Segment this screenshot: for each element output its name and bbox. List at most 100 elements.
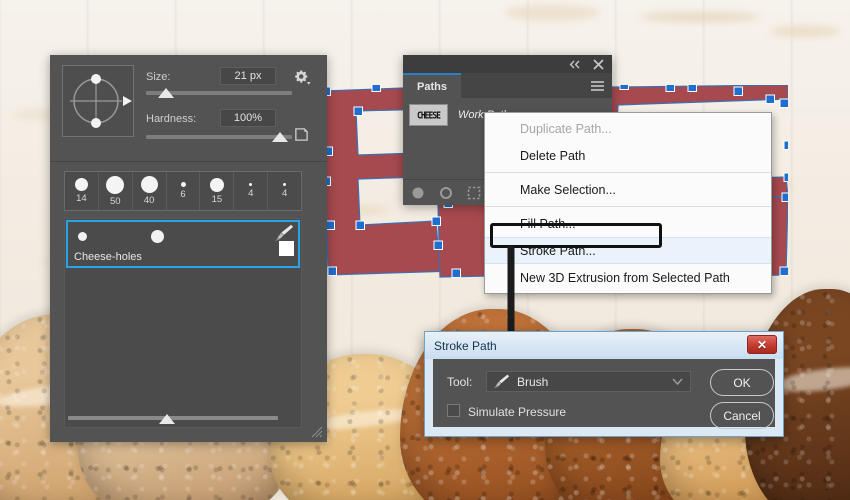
photoshop-screenshot: Size: 21 px Hardness: 100% 14 50 40 6 15… xyxy=(0,0,850,500)
path-anchor-point[interactable] xyxy=(371,85,381,92)
close-icon[interactable] xyxy=(593,59,604,70)
path-anchor-point[interactable] xyxy=(733,86,743,96)
brush-tip-size-label: 40 xyxy=(143,195,155,206)
context-menu-item[interactable]: Fill Path... xyxy=(485,210,771,237)
double-chevron-left-icon[interactable] xyxy=(569,60,581,69)
brush-tip-cell[interactable]: 4 xyxy=(268,172,301,210)
fill-path-with-foreground-icon[interactable] xyxy=(411,186,425,200)
path-anchor-point[interactable] xyxy=(325,220,335,230)
brush-tip-size-label: 6 xyxy=(180,189,186,200)
path-anchor-point[interactable] xyxy=(779,98,788,108)
wood-streak xyxy=(770,26,840,37)
dialog-close-button[interactable]: ✕ xyxy=(747,335,777,354)
context-menu-separator xyxy=(485,206,771,207)
simulate-pressure-label: Simulate Pressure xyxy=(468,405,567,419)
cancel-button[interactable]: Cancel xyxy=(710,402,774,429)
tool-select-value: Brush xyxy=(517,374,549,389)
paintbrush-icon xyxy=(275,224,294,242)
brush-tip-size-label: 4 xyxy=(248,188,254,199)
context-menu-separator xyxy=(485,172,771,173)
brush-tip-size-strip: 14 50 40 6 15 4 4 xyxy=(64,171,302,211)
brush-angle-roundness-preview[interactable] xyxy=(62,65,134,137)
path-anchor-point[interactable] xyxy=(687,85,697,92)
path-anchor-point[interactable] xyxy=(431,216,441,226)
stroke-path-dialog-body: Tool: Brush Simulate Pressure OK Cancel xyxy=(433,359,775,429)
stroke-path-with-brush-icon[interactable] xyxy=(439,186,453,200)
brush-preset-item[interactable]: Cheese-holes xyxy=(66,220,300,268)
hardness-slider-track[interactable] xyxy=(146,135,292,139)
path-anchor-point[interactable] xyxy=(765,94,775,104)
new-document-icon[interactable] xyxy=(294,127,309,142)
brush-tip-cell[interactable]: 14 xyxy=(65,172,99,210)
brush-tip-dot xyxy=(140,176,158,193)
resize-grip-icon[interactable] xyxy=(309,424,323,438)
wood-streak xyxy=(640,12,760,22)
preset-stroke-dot xyxy=(78,232,87,241)
brush-panel-top-section: Size: 21 px Hardness: 100% xyxy=(50,55,327,151)
chevron-down-icon xyxy=(672,378,683,386)
paintbrush-icon xyxy=(494,374,510,389)
brush-tip-dot xyxy=(249,183,253,186)
load-path-as-selection-icon[interactable] xyxy=(467,186,481,200)
stroke-path-dialog-title: Stroke Path xyxy=(434,338,497,353)
brush-tip-dot xyxy=(106,175,125,194)
brush-tip-cell[interactable]: 4 xyxy=(234,172,269,210)
path-anchor-point[interactable] xyxy=(783,140,788,150)
new-document-glyph xyxy=(295,128,308,141)
brush-tip-dot xyxy=(283,183,287,186)
brush-tip-cell[interactable]: 40 xyxy=(133,172,167,210)
path-anchor-point[interactable] xyxy=(433,240,443,250)
tab-paths-label: Paths xyxy=(417,80,447,93)
path-anchor-point[interactable] xyxy=(779,266,788,276)
ok-button[interactable]: OK xyxy=(710,369,774,396)
paths-panel-tabrow: Paths xyxy=(403,73,612,98)
brush-shape-diagram xyxy=(70,74,132,128)
context-menu-item[interactable]: Delete Path xyxy=(485,142,771,169)
brush-tip-cell[interactable]: 15 xyxy=(200,172,235,210)
stroke-path-dialog-titlebar: Stroke Path ✕ xyxy=(425,332,783,359)
loaf-crack xyxy=(773,362,850,397)
brush-tip-cell[interactable]: 50 xyxy=(99,172,133,210)
tab-paths[interactable]: Paths xyxy=(403,73,461,98)
brush-tip-size-label: 50 xyxy=(110,195,121,207)
hamburger-menu-icon[interactable] xyxy=(591,81,604,91)
path-anchor-point[interactable] xyxy=(781,192,788,202)
brush-preset-list: Cheese-holes xyxy=(64,218,302,428)
hardness-label: Hardness: xyxy=(146,113,197,125)
path-thumbnail-text: CHEESE xyxy=(417,109,441,121)
hardness-slider-thumb[interactable] xyxy=(272,132,289,142)
context-menu-item[interactable]: Make Selection... xyxy=(485,176,771,203)
path-anchor-point[interactable] xyxy=(451,268,461,278)
preset-color-swatch xyxy=(279,241,294,256)
path-anchor-point[interactable] xyxy=(619,85,629,90)
path-anchor-point[interactable] xyxy=(327,266,337,276)
path-anchor-point[interactable] xyxy=(783,172,788,182)
size-value-input[interactable]: 21 px xyxy=(220,67,276,85)
path-anchor-point[interactable] xyxy=(353,106,363,116)
brush-tip-size-label: 15 xyxy=(211,193,223,205)
size-slider-thumb[interactable] xyxy=(157,88,174,98)
hardness-value-input[interactable]: 100% xyxy=(220,109,276,127)
path-anchor-point[interactable] xyxy=(355,220,365,230)
gear-glyph xyxy=(295,70,311,85)
simulate-pressure-checkbox[interactable] xyxy=(447,404,460,417)
brush-tip-size-label: 4 xyxy=(281,188,288,199)
brush-tip-dot xyxy=(209,177,224,192)
brush-tip-cell[interactable]: 6 xyxy=(167,172,201,210)
stroke-path-dialog: Stroke Path ✕ Tool: Brush Simulate Press… xyxy=(424,331,784,437)
size-label: Size: xyxy=(146,71,171,83)
context-menu-item: Duplicate Path... xyxy=(520,121,612,136)
paths-panel-titlebar xyxy=(403,55,612,73)
path-thumbnail: CHEESE xyxy=(409,104,448,126)
tool-select[interactable]: Brush xyxy=(486,371,691,392)
brush-tip-size-label: 14 xyxy=(76,193,87,204)
brush-preset-name: Cheese-holes xyxy=(74,251,142,263)
close-icon: ✕ xyxy=(756,337,768,352)
path-anchor-point[interactable] xyxy=(665,85,675,92)
wood-streak xyxy=(505,5,600,21)
tool-label: Tool: xyxy=(447,375,473,389)
brush-tip-dot xyxy=(180,182,186,187)
brush-tip-dot xyxy=(74,178,88,191)
preset-size-slider-thumb[interactable] xyxy=(159,414,176,424)
gear-icon[interactable] xyxy=(293,69,311,87)
